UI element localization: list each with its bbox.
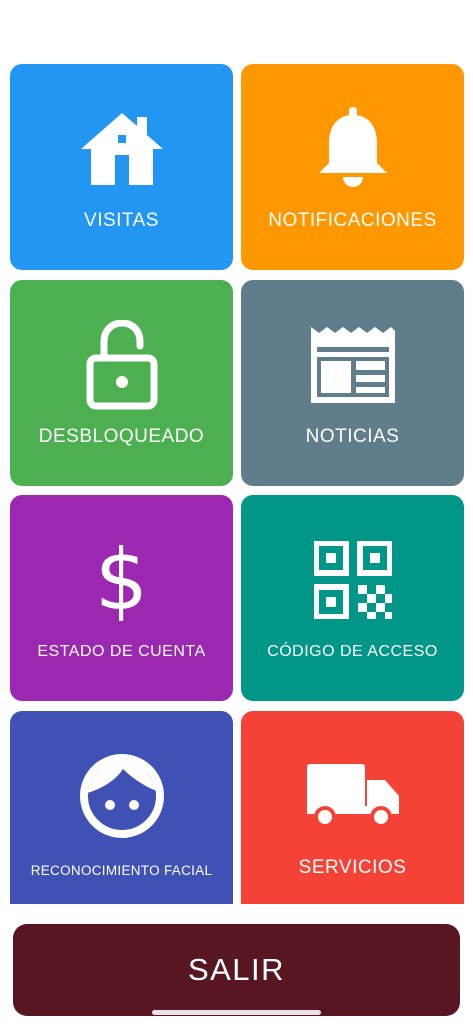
truck-icon	[241, 751, 464, 841]
tile-estado-de-cuenta[interactable]: $ ESTADO DE CUENTA	[10, 495, 233, 701]
main-menu-screen: VISITAS NOTIFICACIONES DESBLOQUEADO NOTI…	[0, 0, 473, 1024]
unlock-icon	[10, 320, 233, 410]
home-icon	[10, 104, 233, 194]
face-icon	[10, 751, 233, 841]
tile-visitas[interactable]: VISITAS	[10, 64, 233, 270]
tile-label: NOTICIAS	[305, 426, 400, 447]
tile-label: NOTIFICACIONES	[268, 210, 437, 231]
logout-button[interactable]: SALIR	[13, 924, 460, 1016]
tile-noticias[interactable]: NOTICIAS	[241, 280, 464, 486]
tile-label: VISITAS	[84, 210, 159, 231]
qr-code-icon	[241, 535, 464, 625]
tile-reconocimiento-facial[interactable]: RECONOCIMIENTO FACIAL	[10, 711, 233, 904]
bell-icon	[241, 104, 464, 194]
tile-notificaciones[interactable]: NOTIFICACIONES	[241, 64, 464, 270]
tile-label: ESTADO DE CUENTA	[37, 643, 206, 660]
newspaper-icon	[241, 320, 464, 410]
logout-label: SALIR	[187, 952, 286, 987]
tile-codigo-de-acceso[interactable]: CÓDIGO DE ACCESO	[241, 495, 464, 701]
tile-label: SERVICIOS	[298, 857, 407, 878]
dollar-icon: $	[94, 531, 149, 629]
tile-label: DESBLOQUEADO	[38, 426, 205, 447]
tile-label: CÓDIGO DE ACCESO	[267, 643, 438, 660]
tile-servicios[interactable]: SERVICIOS	[241, 711, 464, 904]
tile-label: RECONOCIMIENTO FACIAL	[30, 863, 213, 878]
tile-desbloqueado[interactable]: DESBLOQUEADO	[10, 280, 233, 486]
home-indicator	[152, 1010, 321, 1015]
